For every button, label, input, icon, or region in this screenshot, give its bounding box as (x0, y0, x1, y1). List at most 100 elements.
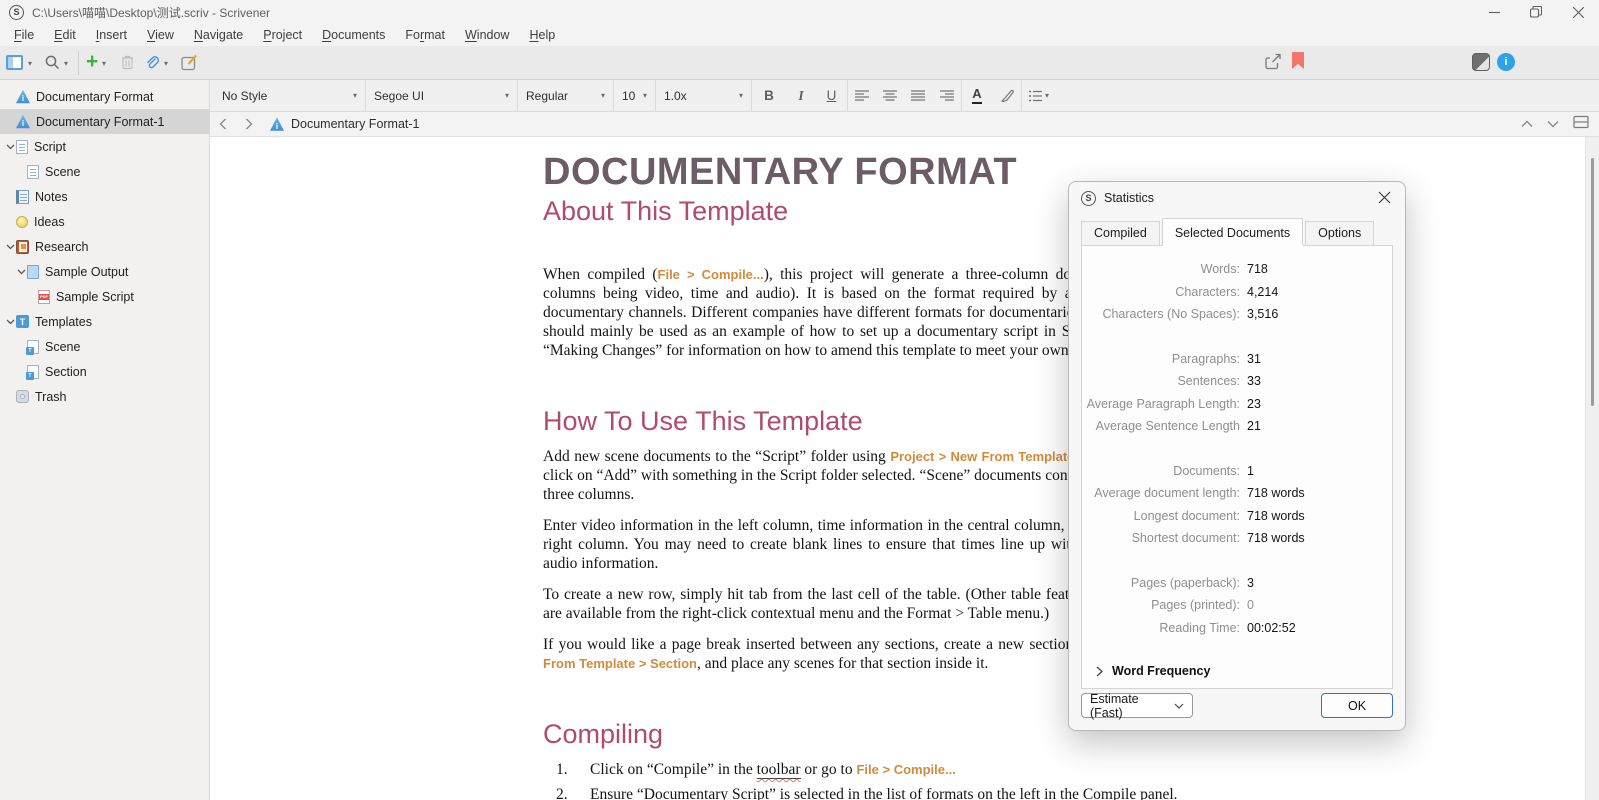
estimate-method-dropdown[interactable]: Estimate (Fast) (1081, 692, 1193, 720)
minimize-button[interactable] (1473, 0, 1515, 24)
menu-help[interactable]: Help (519, 26, 565, 44)
binder-item-scene[interactable]: Scene (0, 159, 209, 184)
menu-format[interactable]: Format (395, 26, 455, 44)
stat-label: Documents: (1173, 463, 1240, 478)
menu-documents[interactable]: Documents (312, 26, 395, 44)
forward-button[interactable] (236, 112, 262, 136)
binder-item-label: Scene (45, 164, 81, 179)
stat-value: 31 (1247, 351, 1261, 366)
search-dropdown[interactable]: ▾ (64, 59, 68, 68)
stat-label: Longest document: (1133, 508, 1240, 523)
expand-chevron-icon[interactable] (4, 319, 16, 325)
split-editor-button[interactable] (1573, 115, 1589, 134)
next-document-button[interactable] (1547, 115, 1559, 133)
stat-label: Pages (printed): (1151, 598, 1240, 613)
search-button[interactable] (44, 54, 61, 71)
format-bar: No Style ▾ Segoe UI ▾ Regular ▾ 10 ▾ 1.0x ▾ B… (210, 80, 1599, 112)
statistics-dialog-title: Statistics (1104, 191, 1155, 205)
text-color-button[interactable]: A (962, 80, 992, 111)
text-run: Click on “Compile” in the (590, 761, 757, 778)
underline-button[interactable]: U (816, 80, 848, 111)
word-frequency-expander[interactable]: Word Frequency (1096, 661, 1392, 681)
bold-button[interactable]: B (752, 80, 786, 111)
menu-window[interactable]: Window (455, 26, 519, 44)
justify-button[interactable] (904, 80, 932, 111)
align-right-button[interactable] (932, 80, 962, 111)
stat-row: Average document length: 718 words (1082, 482, 1392, 505)
list-format-button[interactable]: ▾ (1022, 80, 1056, 111)
doc-icon (16, 139, 28, 154)
italic-button[interactable]: I (786, 80, 816, 111)
statistics-tab-selected-documents[interactable]: Selected Documents (1161, 218, 1304, 246)
document-link[interactable]: File > Compile... (856, 762, 955, 777)
binder-item-documentary-format-1[interactable]: i Documentary Format-1 (0, 109, 209, 134)
menu-navigate[interactable]: Navigate (184, 26, 253, 44)
menu-view[interactable]: View (137, 26, 184, 44)
expand-chevron-icon[interactable] (4, 144, 16, 150)
misspelled-word: toolbar (756, 761, 801, 779)
binder-item-documentary-format[interactable]: i Documentary Format (0, 84, 209, 109)
ok-button[interactable]: OK (1321, 693, 1393, 718)
binder-item-scene[interactable]: T Scene (0, 334, 209, 359)
bookmark-button[interactable] (1292, 52, 1304, 69)
expand-chevron-icon[interactable] (15, 269, 27, 275)
binder-item-trash[interactable]: Trash (0, 384, 209, 409)
line-spacing-combo[interactable]: 1.0x ▾ (656, 80, 752, 111)
close-button[interactable] (1557, 0, 1599, 24)
attach-button[interactable] (143, 54, 160, 70)
stat-value: 718 words (1247, 508, 1305, 523)
align-left-button[interactable] (848, 80, 876, 111)
stat-value: 21 (1247, 419, 1261, 434)
font-size-combo[interactable]: 10 ▾ (614, 80, 656, 111)
binder-toggle-button[interactable] (6, 55, 23, 70)
editor-scrollbar[interactable] (1585, 137, 1599, 800)
document-link[interactable]: File > Compile... (658, 267, 764, 282)
previous-document-button[interactable] (1521, 115, 1533, 133)
scrollbar-thumb[interactable] (1591, 158, 1594, 406)
menu-project[interactable]: Project (253, 26, 312, 44)
compose-mode-button[interactable] (1472, 53, 1490, 71)
font-variant-combo[interactable]: Regular ▾ (518, 80, 614, 111)
inspector-button[interactable]: i (1497, 53, 1515, 71)
menu-edit[interactable]: Edit (44, 26, 86, 44)
restore-button[interactable] (1515, 0, 1557, 24)
bulb-icon (16, 215, 28, 228)
align-center-button[interactable] (876, 80, 904, 111)
numbered-list-item: 2. Ensure “Documentary Script” is selecte… (556, 785, 1248, 800)
doc-icon (27, 164, 39, 179)
binder-item-section[interactable]: T Section (0, 359, 209, 384)
italic-icon: I (798, 87, 804, 103)
highlight-button[interactable] (992, 80, 1022, 111)
menu-insert[interactable]: Insert (86, 26, 137, 44)
statistics-close-button[interactable] (1378, 191, 1391, 209)
add-item-dropdown[interactable]: ▾ (102, 59, 106, 68)
binder-item-notes[interactable]: Notes (0, 184, 209, 209)
binder-item-script[interactable]: Script (0, 134, 209, 159)
binder-item-sample-script[interactable]: PDF Sample Script (0, 284, 209, 309)
attach-dropdown[interactable]: ▾ (164, 59, 168, 68)
binder-item-sample-output[interactable]: Sample Output (0, 259, 209, 284)
statistics-tab-options[interactable]: Options (1305, 221, 1375, 245)
binder-item-ideas[interactable]: Ideas (0, 209, 209, 234)
menu-file[interactable]: File (4, 26, 44, 44)
binder-item-label: Documentary Format (36, 89, 154, 104)
binder-item-research[interactable]: Research (0, 234, 209, 259)
expand-chevron-icon[interactable] (4, 244, 16, 250)
quick-reference-button[interactable] (181, 54, 199, 71)
chevron-down-icon (1547, 121, 1559, 128)
font-family-combo[interactable]: Segoe UI ▾ (366, 80, 518, 111)
line-spacing-combo-value: 1.0x (664, 88, 687, 103)
align-center-icon (883, 90, 897, 101)
statistics-tab-compiled[interactable]: Compiled (1081, 221, 1160, 245)
stat-value: 1 (1247, 463, 1254, 478)
add-item-button[interactable]: + (86, 51, 98, 72)
list-icon (1028, 90, 1042, 101)
binder-item-templates[interactable]: T Templates (0, 309, 209, 334)
back-button[interactable] (210, 112, 236, 136)
binder-toggle-dropdown[interactable]: ▾ (28, 59, 32, 68)
share-button[interactable] (1264, 53, 1282, 71)
move-to-trash-button[interactable] (120, 54, 135, 70)
bold-icon: B (764, 88, 774, 103)
style-combo[interactable]: No Style ▾ (214, 80, 366, 111)
list-item-text: Click on “Compile” in the toolbar or go … (590, 760, 956, 779)
